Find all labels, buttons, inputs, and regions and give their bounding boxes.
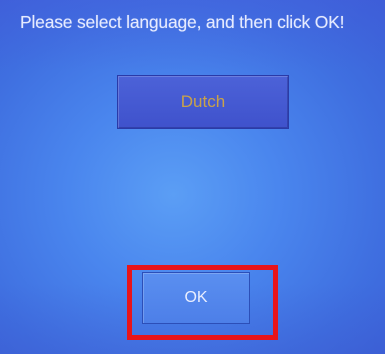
ok-button-label: OK [184,289,208,306]
ok-button[interactable]: OK [142,272,250,324]
language-selection-screen: Please select language, and then click O… [0,0,385,354]
language-label: Dutch [180,92,226,111]
language-select-button[interactable]: Dutch [117,75,289,129]
instruction-text: Please select language, and then click O… [20,12,345,32]
